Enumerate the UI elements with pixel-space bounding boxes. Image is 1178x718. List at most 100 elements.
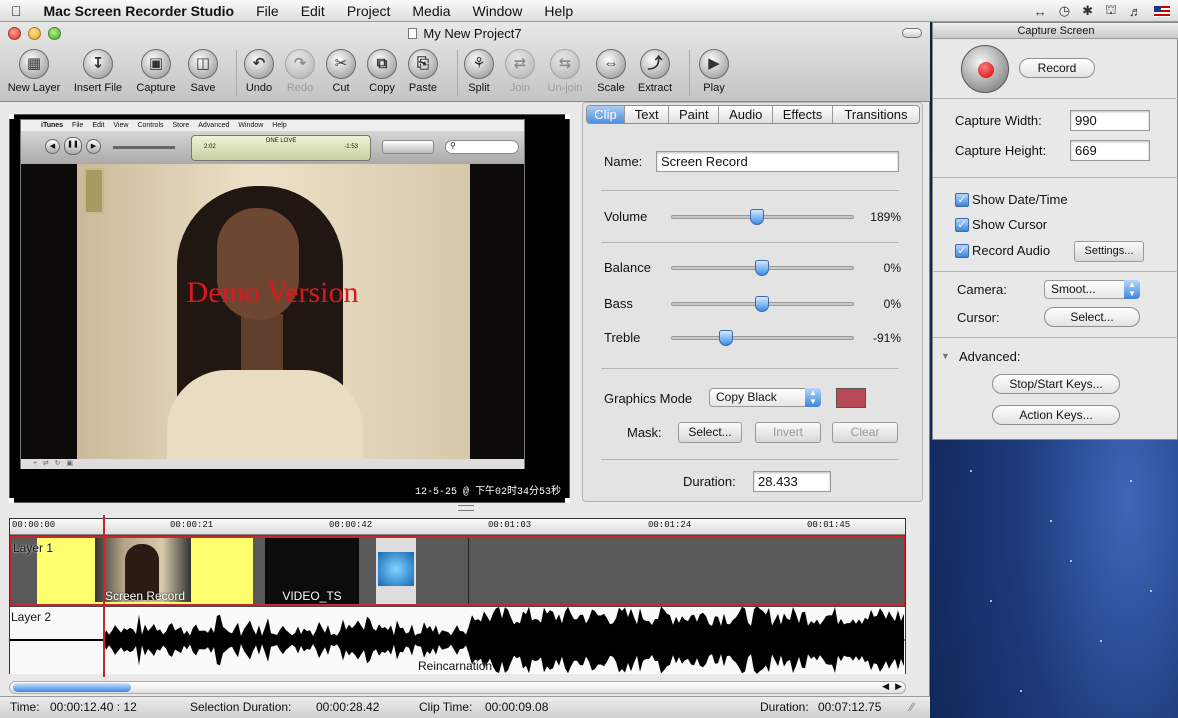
balance-label: Balance xyxy=(604,260,651,275)
show-date-time-checkbox[interactable]: ✓ xyxy=(955,193,969,207)
itunes-menu: iTunes File Edit View Controls Store Advanced W… xyxy=(21,120,524,131)
layer-1-track[interactable]: Screen Record VIDEO_TS Layer 1 xyxy=(10,536,905,606)
timeline-scrollbar[interactable]: ◀ ▶ xyxy=(9,681,906,694)
wifi-icon[interactable]: ⛫ xyxy=(1105,2,1117,20)
clip-video-ts[interactable]: VIDEO_TS xyxy=(265,538,359,604)
time-machine-icon[interactable]: ◷ xyxy=(1059,3,1070,19)
redo-icon: ↷ xyxy=(285,49,315,79)
capture-width-field[interactable]: 990 xyxy=(1070,110,1150,131)
bass-slider-knob[interactable] xyxy=(755,296,769,312)
stop-start-keys-button[interactable]: Stop/Start Keys... xyxy=(992,374,1120,394)
record-button[interactable]: Record xyxy=(1019,58,1095,78)
divider xyxy=(933,98,1178,99)
menu-app-name[interactable]: Mac Screen Recorder Studio xyxy=(33,0,246,22)
bluetooth-icon[interactable]: ✱ xyxy=(1082,3,1093,19)
tab-audio[interactable]: Audio xyxy=(719,106,774,123)
resize-handle[interactable] xyxy=(565,498,570,503)
flag-icon[interactable] xyxy=(1154,5,1170,17)
clip-name-field[interactable]: Screen Record xyxy=(656,151,899,172)
record-audio-label: Record Audio xyxy=(972,243,1051,258)
itunes-status-bar: + ⇄ ↻ ▣ xyxy=(21,459,524,469)
duration-field[interactable]: 28.433 xyxy=(753,471,831,492)
menu-file[interactable]: File xyxy=(245,0,290,22)
inspector-panel: Clip Text Paint Audio Effects Transition… xyxy=(582,102,923,502)
resize-handle[interactable] xyxy=(9,114,14,119)
capture-timestamp: 12-5-25 @ 下午02时34分53秒 xyxy=(414,487,561,498)
menu-edit[interactable]: Edit xyxy=(290,0,336,22)
divider xyxy=(933,177,1178,178)
capture-height-label: Capture Height: xyxy=(955,143,1047,158)
capture-icon: ▣ xyxy=(141,49,171,79)
clip-screen-record[interactable]: Screen Record xyxy=(37,538,253,604)
treble-label: Treble xyxy=(604,330,641,345)
action-keys-button[interactable]: Action Keys... xyxy=(992,405,1120,425)
scroll-right-icon[interactable]: ▶ xyxy=(895,681,902,692)
scroll-left-icon[interactable]: ◀ xyxy=(882,681,889,692)
mask-select-button[interactable]: Select... xyxy=(678,422,742,443)
treble-slider-knob[interactable] xyxy=(719,330,733,346)
paste-label: Paste xyxy=(408,82,438,94)
divider xyxy=(601,368,899,369)
video-picture-frame xyxy=(84,168,104,214)
camera-value: Smoot... xyxy=(1051,282,1096,296)
graphics-mode-select[interactable]: Copy Black ▲ ▼ xyxy=(709,388,821,407)
show-cursor-checkbox[interactable]: ✓ xyxy=(955,218,969,232)
new-layer-button[interactable]: ▦ New Layer xyxy=(6,49,62,94)
cursor-select-button[interactable]: Select... xyxy=(1044,307,1140,327)
record-audio-checkbox[interactable]: ✓ xyxy=(955,244,969,258)
graphics-color-well[interactable] xyxy=(836,388,866,408)
treble-slider[interactable] xyxy=(671,336,854,340)
duration-label: Duration: xyxy=(683,474,736,489)
audio-settings-button[interactable]: Settings... xyxy=(1074,241,1144,262)
bass-value: 0% xyxy=(883,297,901,311)
resize-grip-icon[interactable]: ∕∕ xyxy=(910,700,914,714)
sync-icon[interactable]: ↔ xyxy=(1034,4,1047,19)
play-button[interactable]: ▶ Play xyxy=(686,49,742,94)
apple-icon[interactable]:  xyxy=(0,0,33,22)
resize-handle[interactable] xyxy=(565,114,570,119)
clip-time-label: Clip Time: xyxy=(419,700,473,714)
timeline-ruler[interactable]: 00:00:00 00:00:21 00:00:42 00:01:03 00:0… xyxy=(10,519,905,535)
menu-window[interactable]: Window xyxy=(462,0,534,22)
menu-help[interactable]: Help xyxy=(533,0,584,22)
balance-slider-knob[interactable] xyxy=(755,260,769,276)
menu-media[interactable]: Media xyxy=(401,0,461,22)
timeline[interactable]: 00:00:00 00:00:21 00:00:42 00:01:03 00:0… xyxy=(9,518,906,674)
ruler-tick: 00:01:24 xyxy=(648,520,692,530)
menu-project[interactable]: Project xyxy=(336,0,402,22)
tab-clip[interactable]: Clip xyxy=(587,106,625,123)
bass-label: Bass xyxy=(604,296,633,311)
video-frame: Demo Version xyxy=(21,164,524,459)
itunes-lcd: ONE LOVE 2:02 -1:53 xyxy=(191,135,371,161)
mask-invert-button[interactable]: Invert xyxy=(755,422,821,443)
insert-file-button[interactable]: ↧ Insert File xyxy=(70,49,126,94)
volume-slider-knob[interactable] xyxy=(750,209,764,225)
tab-transitions[interactable]: Transitions xyxy=(833,106,919,123)
disclosure-triangle-icon[interactable]: ▼ xyxy=(941,351,950,361)
scrollbar-thumb[interactable] xyxy=(13,683,131,692)
tab-effects[interactable]: Effects xyxy=(773,106,833,123)
extract-button[interactable]: ⤴ Extract xyxy=(627,49,683,94)
selection-duration-label: Selection Duration: xyxy=(190,700,292,714)
video-neck xyxy=(241,314,283,370)
mask-clear-button[interactable]: Clear xyxy=(832,422,898,443)
toolbar-toggle-button[interactable] xyxy=(902,28,922,38)
record-circle-button[interactable] xyxy=(961,45,1009,93)
tab-paint[interactable]: Paint xyxy=(669,106,720,123)
camera-select[interactable]: Smoot... ▲ ▼ xyxy=(1044,280,1140,299)
clip-image[interactable] xyxy=(376,538,416,604)
splitter-handle[interactable] xyxy=(458,505,474,511)
playhead[interactable] xyxy=(103,515,105,677)
resize-handle[interactable] xyxy=(9,498,14,503)
name-label: Name: xyxy=(604,154,643,169)
layer-2-track[interactable]: Layer 2 Reincarnation xyxy=(10,607,905,674)
paste-button[interactable]: ⎘ Paste xyxy=(395,49,451,94)
ruler-tick: 00:00:42 xyxy=(329,520,373,530)
video-preview[interactable]: iTunes File Edit View Controls Store Advanced W… xyxy=(9,114,570,503)
tab-text[interactable]: Text xyxy=(625,106,670,123)
volume-icon[interactable]: ♬ xyxy=(1129,4,1142,19)
save-button[interactable]: ◫ Save xyxy=(175,49,231,94)
capture-height-field[interactable]: 669 xyxy=(1070,140,1150,161)
time-label: Time: xyxy=(10,700,40,714)
record-icon xyxy=(978,62,994,78)
